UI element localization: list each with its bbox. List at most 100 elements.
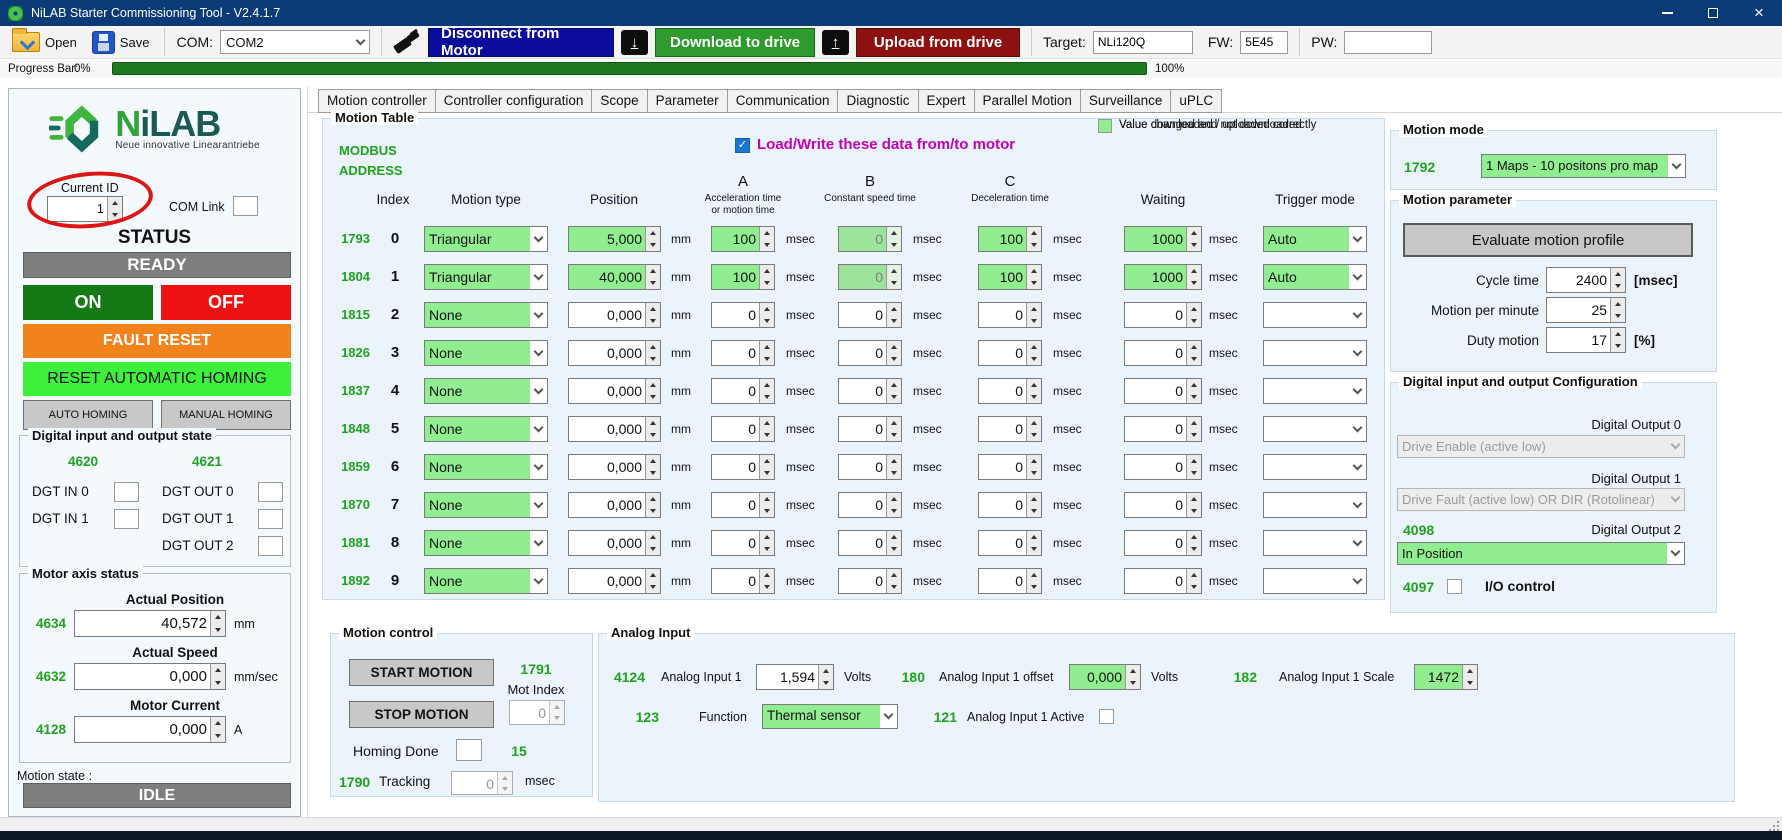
evaluate-motion-profile-button[interactable]: Evaluate motion profile: [1403, 223, 1693, 257]
on-button[interactable]: ON: [23, 285, 153, 320]
spin-buttons[interactable]: [1186, 303, 1201, 327]
cycle-time-spinner[interactable]: 2400: [1546, 267, 1626, 293]
spin-buttons[interactable]: [210, 717, 225, 742]
acceleration-time-spinner[interactable]: 0: [711, 530, 775, 556]
spin-buttons[interactable]: [1610, 298, 1625, 322]
spin-buttons[interactable]: [1186, 569, 1201, 593]
tab[interactable]: Controller configuration: [434, 89, 593, 113]
position-spinner[interactable]: 40,000: [568, 264, 661, 290]
minimize-button[interactable]: [1644, 0, 1690, 26]
acceleration-time-spinner[interactable]: 100: [711, 264, 775, 290]
io-control-checkbox[interactable]: [1447, 579, 1462, 594]
start-motion-button[interactable]: START MOTION: [349, 659, 494, 686]
spin-buttons[interactable]: [645, 493, 660, 517]
waiting-time-spinner[interactable]: 0: [1124, 416, 1202, 442]
resize-grip-icon[interactable]: [1769, 821, 1779, 831]
trigger-mode-select[interactable]: Auto: [1263, 264, 1367, 290]
analog-input1-active-checkbox[interactable]: [1099, 709, 1114, 724]
stop-motion-button[interactable]: STOP MOTION: [349, 701, 494, 728]
function-select[interactable]: Thermal sensor: [762, 704, 898, 729]
duty-motion-spinner[interactable]: 17: [1546, 327, 1626, 353]
analog-input1-scale-spinner[interactable]: 1472: [1414, 664, 1478, 690]
spin-buttons[interactable]: [1026, 569, 1041, 593]
position-spinner[interactable]: 0,000: [568, 378, 661, 404]
motion-type-select[interactable]: None: [424, 454, 548, 480]
spin-buttons[interactable]: [1026, 455, 1041, 479]
position-spinner[interactable]: 5,000: [568, 226, 661, 252]
position-spinner[interactable]: 0,000: [568, 416, 661, 442]
trigger-mode-select[interactable]: [1263, 378, 1367, 404]
spin-buttons[interactable]: [1186, 417, 1201, 441]
spin-buttons[interactable]: [1186, 493, 1201, 517]
acceleration-time-spinner[interactable]: 0: [711, 416, 775, 442]
trigger-mode-select[interactable]: [1263, 302, 1367, 328]
spin-buttons[interactable]: [759, 569, 774, 593]
spin-buttons[interactable]: [759, 265, 774, 289]
trigger-mode-select[interactable]: [1263, 340, 1367, 366]
motion-type-select[interactable]: Triangular: [424, 226, 548, 252]
trigger-mode-select[interactable]: [1263, 416, 1367, 442]
acceleration-time-spinner[interactable]: 0: [711, 340, 775, 366]
waiting-time-spinner[interactable]: 0: [1124, 530, 1202, 556]
tab[interactable]: Communication: [726, 89, 839, 113]
spin-buttons[interactable]: [1026, 493, 1041, 517]
spin-buttons[interactable]: [645, 303, 660, 327]
dgt-out-checkbox[interactable]: [258, 481, 283, 502]
position-spinner[interactable]: 0,000: [568, 492, 661, 518]
acceleration-time-spinner[interactable]: 100: [711, 226, 775, 252]
spin-buttons[interactable]: [210, 664, 225, 689]
tab[interactable]: Expert: [917, 89, 975, 113]
fault-reset-button[interactable]: FAULT RESET: [23, 324, 291, 358]
spin-buttons[interactable]: [1610, 328, 1625, 352]
deceleration-time-spinner[interactable]: 100: [978, 264, 1042, 290]
spin-buttons[interactable]: [645, 379, 660, 403]
spin-buttons[interactable]: [1026, 531, 1041, 555]
motion-type-select[interactable]: None: [424, 378, 548, 404]
dgt-out-checkbox[interactable]: [258, 535, 283, 556]
spin-buttons[interactable]: [886, 455, 901, 479]
spin-buttons[interactable]: [1610, 268, 1625, 292]
constant-speed-time-spinner[interactable]: 0: [838, 264, 902, 290]
upload-from-drive-button[interactable]: Upload from drive: [856, 27, 1021, 57]
manual-homing-button[interactable]: MANUAL HOMING: [161, 400, 291, 430]
spin-buttons[interactable]: [645, 341, 660, 365]
spin-buttons[interactable]: [759, 303, 774, 327]
acceleration-time-spinner[interactable]: 0: [711, 454, 775, 480]
spin-buttons[interactable]: [107, 197, 122, 221]
motion-type-select[interactable]: None: [424, 340, 548, 366]
spin-buttons[interactable]: [645, 417, 660, 441]
spin-buttons[interactable]: [1186, 227, 1201, 251]
maximize-button[interactable]: [1690, 0, 1736, 26]
off-button[interactable]: OFF: [161, 285, 291, 320]
tab[interactable]: uPLC: [1170, 89, 1223, 113]
constant-speed-time-spinner[interactable]: 0: [838, 492, 902, 518]
waiting-time-spinner[interactable]: 0: [1124, 302, 1202, 328]
motor-axis-value-spinner[interactable]: 0,000: [74, 716, 226, 743]
spin-buttons[interactable]: [886, 341, 901, 365]
constant-speed-time-spinner[interactable]: 0: [838, 226, 902, 252]
spin-buttons[interactable]: [1026, 265, 1041, 289]
motion-type-select[interactable]: None: [424, 492, 548, 518]
waiting-time-spinner[interactable]: 0: [1124, 492, 1202, 518]
motion-mode-select[interactable]: 1 Maps - 10 positons pro map: [1481, 154, 1686, 178]
spin-buttons[interactable]: [759, 341, 774, 365]
position-spinner[interactable]: 0,000: [568, 302, 661, 328]
waiting-time-spinner[interactable]: 0: [1124, 340, 1202, 366]
motion-type-select[interactable]: None: [424, 568, 548, 594]
homing-done-checkbox[interactable]: [456, 739, 482, 761]
position-spinner[interactable]: 0,000: [568, 530, 661, 556]
spin-buttons[interactable]: [1462, 665, 1477, 689]
pw-input[interactable]: [1344, 30, 1433, 54]
spin-buttons[interactable]: [1186, 379, 1201, 403]
deceleration-time-spinner[interactable]: 0: [978, 454, 1042, 480]
motion-type-select[interactable]: None: [424, 302, 548, 328]
trigger-mode-select[interactable]: [1263, 568, 1367, 594]
download-to-drive-button[interactable]: Download to drive: [655, 27, 816, 57]
spin-buttons[interactable]: [886, 265, 901, 289]
digital-output2-select[interactable]: In Position: [1397, 542, 1685, 565]
spin-buttons[interactable]: [886, 227, 901, 251]
spin-buttons[interactable]: [886, 493, 901, 517]
position-spinner[interactable]: 0,000: [568, 568, 661, 594]
spin-buttons[interactable]: [1125, 665, 1140, 689]
spin-buttons[interactable]: [210, 611, 225, 636]
